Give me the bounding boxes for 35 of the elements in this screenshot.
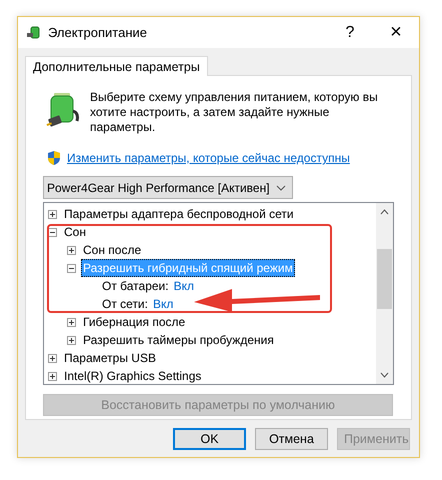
scrollbar-thumb[interactable] xyxy=(377,249,392,309)
tab[interactable]: Дополнительные параметры xyxy=(25,56,208,76)
tree-item[interactable]: Intel(R) Graphics Settings xyxy=(62,367,204,384)
instruction-text: Выберите схему управления питанием, которую вы хотите настроить, а затем задайте нужные параметры. xyxy=(90,90,379,135)
shield-icon xyxy=(47,150,61,166)
help-button[interactable]: ? xyxy=(327,18,373,48)
setting-label: От сети: xyxy=(102,297,148,311)
expander[interactable] xyxy=(48,372,57,380)
window-title: Электропитание xyxy=(48,25,148,40)
scroll-down-icon[interactable] xyxy=(380,372,389,378)
setting-label: От батареи: xyxy=(102,279,169,293)
scroll-up-icon[interactable] xyxy=(380,209,389,215)
power-plug-icon xyxy=(26,24,42,40)
expander[interactable] xyxy=(67,336,76,344)
tree-item[interactable]: Разрешить таймеры пробуждения xyxy=(81,331,276,349)
expander[interactable] xyxy=(48,354,57,362)
tree-item[interactable]: Гибернация после xyxy=(81,313,188,331)
setting-value[interactable]: Вкл xyxy=(152,297,174,311)
tree-item[interactable]: Сон xyxy=(62,223,88,241)
tree-item[interactable]: Сон после xyxy=(81,241,144,259)
close-button[interactable]: × xyxy=(373,18,419,48)
battery-plug-icon xyxy=(46,91,80,129)
expander[interactable] xyxy=(48,228,57,236)
setting-value[interactable]: Вкл xyxy=(174,279,194,293)
expander[interactable] xyxy=(67,264,76,272)
tree-item[interactable]: Параметры USB xyxy=(62,349,158,367)
dialog-button[interactable]: OK xyxy=(173,428,246,450)
dialog-button[interactable]: Отмена xyxy=(255,428,328,450)
power-plan-dropdown[interactable]: Power4Gear High Performance [Активен] xyxy=(43,176,293,199)
change-settings-link[interactable]: Изменить параметры, которые сейчас недоступны xyxy=(67,151,350,165)
chevron-down-icon xyxy=(276,184,286,190)
expander[interactable] xyxy=(67,246,76,254)
expander[interactable] xyxy=(48,210,57,218)
tree-item[interactable]: Параметры адаптера беспроводной сети xyxy=(62,205,296,223)
expander[interactable] xyxy=(67,318,76,326)
